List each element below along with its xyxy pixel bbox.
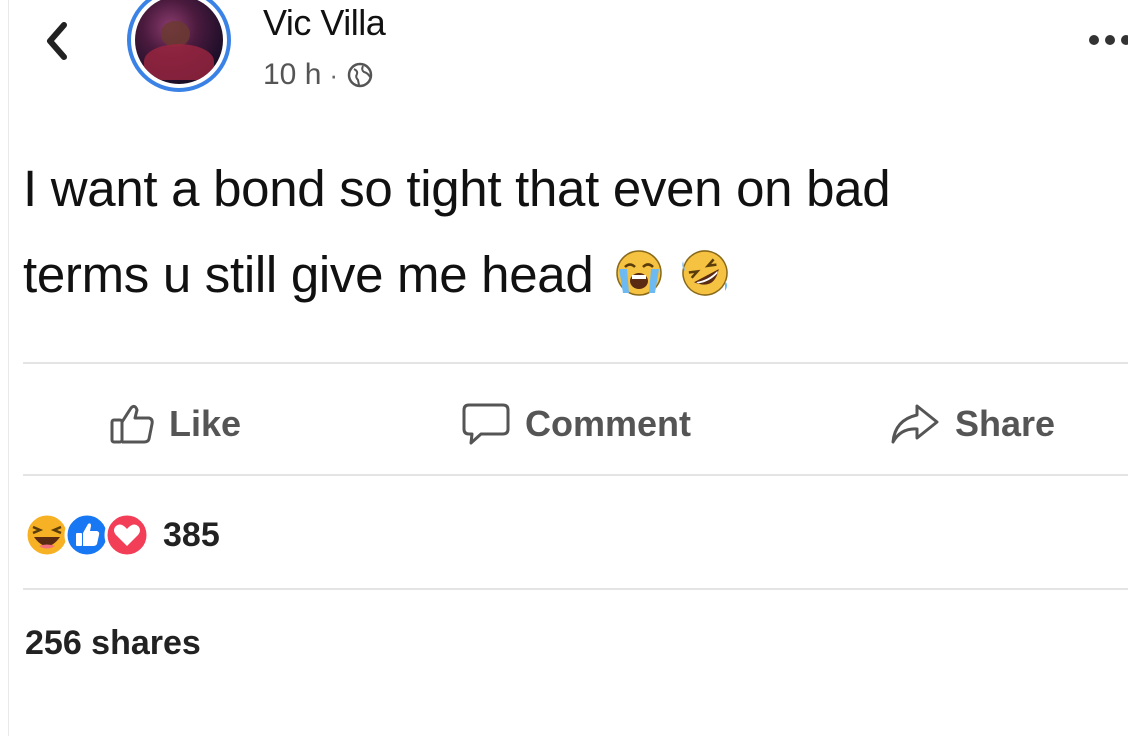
- globe-icon: [347, 62, 373, 88]
- reaction-count: 385: [163, 515, 220, 554]
- more-dot-icon: [1089, 35, 1099, 45]
- post-container: Vic Villa 10 h · I want a bond so tight …: [8, 0, 1128, 736]
- post-text-line-2-text: terms u still give me head: [23, 246, 594, 303]
- post-text-line-1: I want a bond so tight that even on bad: [23, 160, 891, 217]
- author-name[interactable]: Vic Villa: [263, 2, 386, 44]
- more-dot-icon: [1121, 35, 1128, 45]
- share-button[interactable]: Share: [889, 392, 1055, 456]
- avatar[interactable]: [127, 0, 231, 92]
- rolling-on-floor-laughing-icon: [682, 249, 728, 296]
- divider: [23, 588, 1128, 590]
- like-label: Like: [169, 403, 242, 444]
- back-button[interactable]: [39, 18, 75, 64]
- post-time[interactable]: 10 h: [263, 58, 321, 92]
- loudly-crying-face-icon: [616, 249, 663, 296]
- shares-count[interactable]: 256 shares: [25, 624, 201, 663]
- divider: [23, 362, 1128, 364]
- comment-label: Comment: [525, 403, 692, 444]
- thumbs-up-icon: [110, 404, 154, 444]
- post-text-line-2: terms u still give me head: [23, 232, 1123, 318]
- more-options-button[interactable]: [1089, 28, 1128, 52]
- reaction-icons: [23, 511, 150, 559]
- comment-button[interactable]: Comment: [461, 392, 691, 456]
- more-dot-icon: [1105, 35, 1115, 45]
- meta-separator: ·: [329, 59, 339, 90]
- share-label: Share: [955, 403, 1056, 444]
- love-reaction-icon: [104, 512, 150, 558]
- like-button[interactable]: Like: [109, 392, 241, 456]
- chevron-left-icon: [47, 22, 67, 60]
- reaction-summary[interactable]: 385: [23, 510, 220, 560]
- post-text: I want a bond so tight that even on bad …: [23, 146, 1123, 318]
- share-arrow-icon: [891, 404, 939, 444]
- post-meta: 10 h ·: [263, 58, 374, 92]
- comment-icon: [462, 403, 510, 445]
- action-bar: Like Comment Share: [9, 392, 1128, 456]
- avatar-image: [135, 0, 223, 84]
- divider: [23, 474, 1128, 476]
